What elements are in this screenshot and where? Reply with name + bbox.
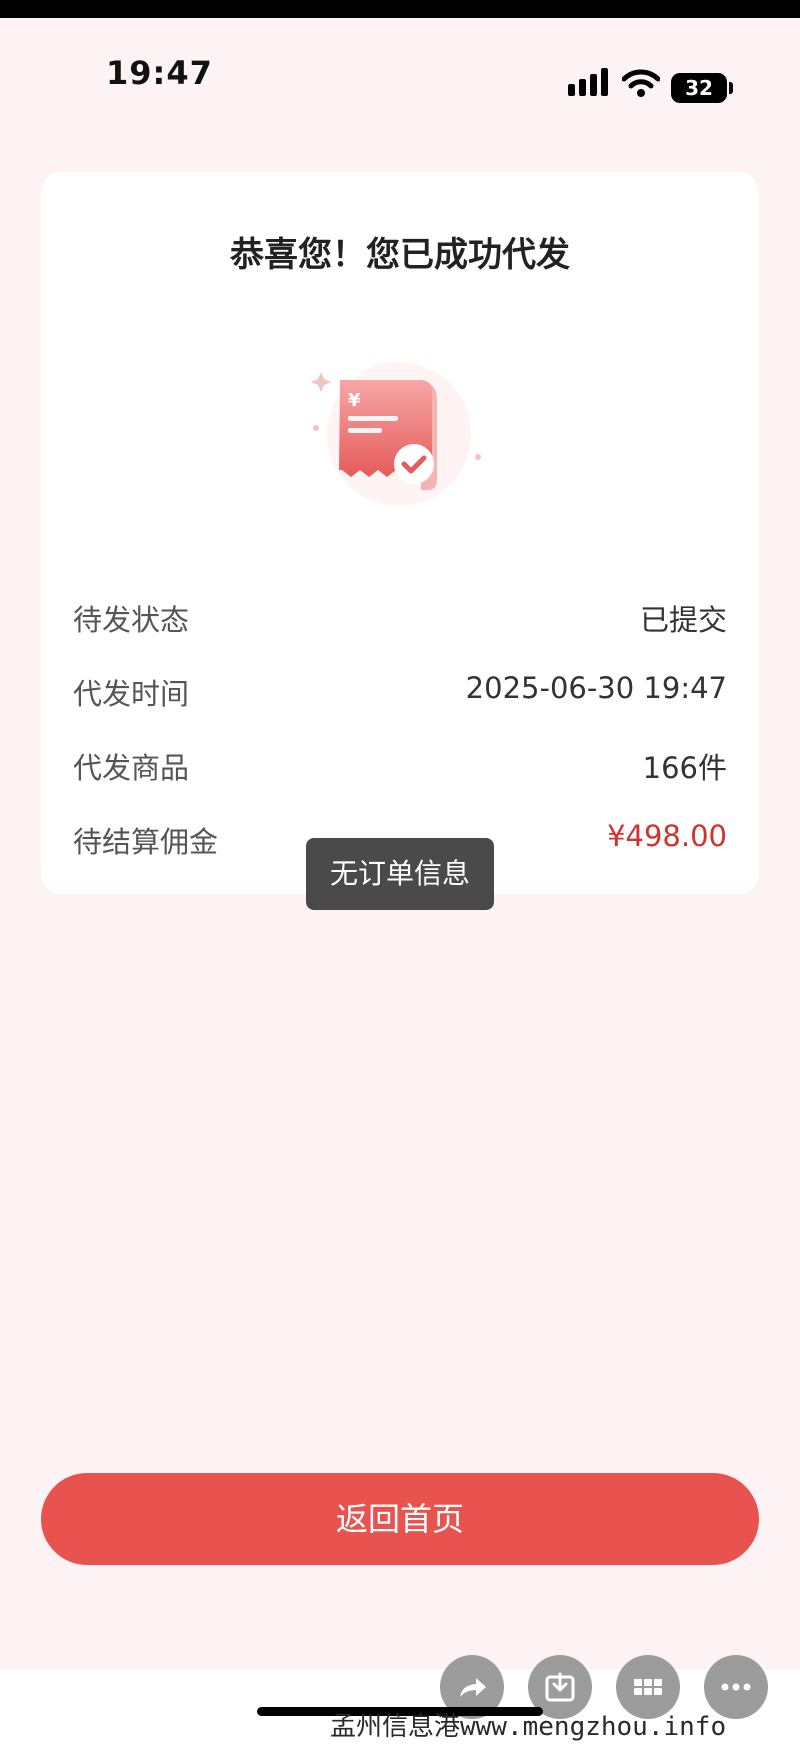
time-value: 2025-06-30 19:47 <box>465 671 727 705</box>
info-row-status: 待发状态 已提交 <box>73 597 727 647</box>
commission-value: ¥498.00 <box>607 819 727 853</box>
info-row-goods: 代发商品 166件 <box>73 745 727 795</box>
battery-indicator: 32 <box>671 73 727 103</box>
success-title: 恭喜您！您已成功代发 <box>230 235 570 275</box>
toast-message: 无订单信息 <box>306 838 494 910</box>
cellular-signal-icon <box>568 68 608 96</box>
top-black-bar <box>0 0 800 18</box>
commission-label: 待结算佣金 <box>73 825 219 859</box>
status-bar: 19:47 32 <box>0 18 800 118</box>
status-label: 待发状态 <box>73 603 190 637</box>
wifi-icon <box>622 69 660 97</box>
status-time: 19:47 <box>106 54 213 92</box>
grid-icon <box>634 1679 662 1695</box>
svg-text:¥: ¥ <box>348 390 361 411</box>
more-dots-icon <box>721 1683 751 1691</box>
goods-label: 代发商品 <box>73 751 190 785</box>
download-icon <box>545 1672 575 1702</box>
result-card: 恭喜您！您已成功代发 ¥ 待发状态 已提交 代发时间 2025-06-30 19… <box>41 172 759 894</box>
receipt-success-icon: ¥ <box>311 362 481 506</box>
watermark-text: 孟州信息港www.mengzhou.info <box>330 1712 727 1742</box>
return-home-button[interactable]: 返回首页 <box>41 1473 759 1565</box>
time-label: 代发时间 <box>73 677 190 711</box>
status-value: 已提交 <box>639 603 727 637</box>
battery-tip <box>729 82 733 94</box>
goods-value: 166件 <box>642 751 727 785</box>
info-row-time: 代发时间 2025-06-30 19:47 <box>73 671 727 721</box>
share-icon <box>460 1678 486 1697</box>
